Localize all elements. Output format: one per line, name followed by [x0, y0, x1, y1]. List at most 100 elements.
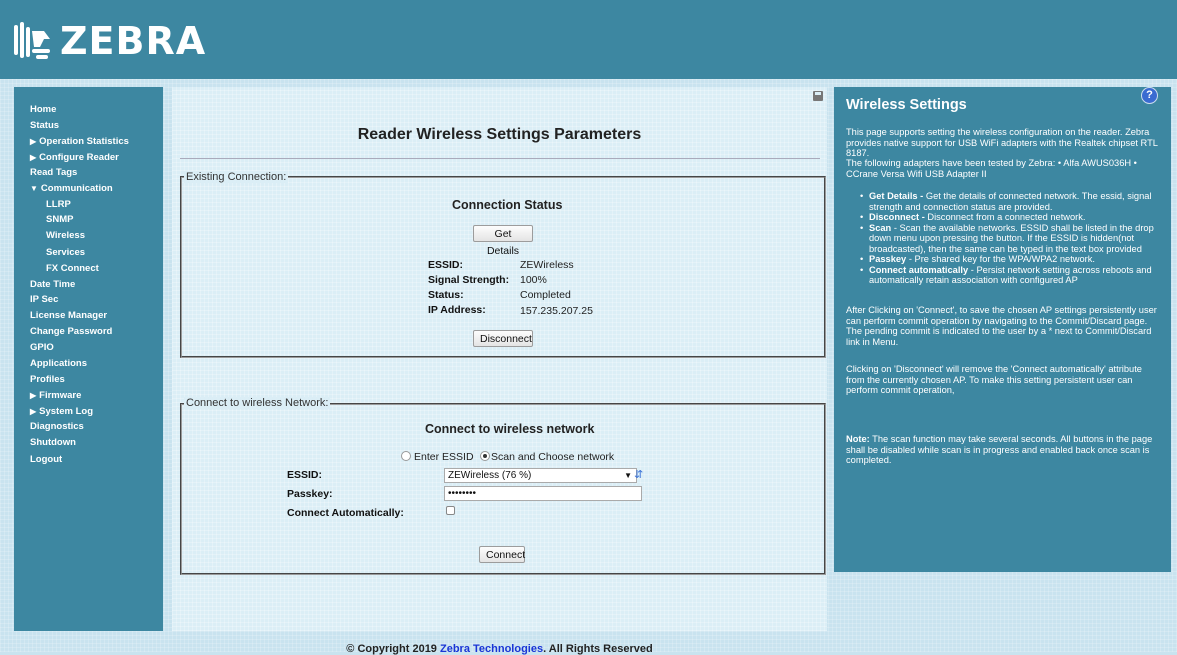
essid-select-value: ZEWireless (76 %) — [448, 470, 532, 481]
sidebar-item-read-tags[interactable]: Read Tags — [30, 167, 77, 178]
sidebar-item-label: GPIO — [30, 342, 54, 353]
sidebar-item-label: Date Time — [30, 279, 76, 290]
caret-down-icon: ▼ — [30, 184, 38, 193]
sidebar-item-firmware[interactable]: ▶ Firmware — [30, 390, 81, 401]
connect-automatically-label: Connect Automatically: — [287, 507, 404, 519]
sidebar-item-label: License Manager — [30, 310, 108, 321]
sidebar-item-ip-sec[interactable]: IP Sec — [30, 294, 58, 305]
sidebar-item-wireless[interactable]: Wireless — [46, 230, 85, 241]
sidebar-item-services[interactable]: Services — [46, 247, 85, 258]
sidebar-item-gpio[interactable]: GPIO — [30, 342, 54, 353]
scan-network-radio[interactable] — [480, 451, 490, 461]
help-note: Note: The scan function may take several… — [846, 434, 1162, 466]
ip-address-value: 157.235.207.25 — [520, 305, 593, 317]
help-intro: This page supports setting the wireless … — [846, 127, 1158, 158]
list-item: Get Details - Get the details of connect… — [860, 191, 1160, 212]
connect-button[interactable]: Connect — [479, 546, 525, 563]
caret-right-icon: ▶ — [30, 153, 37, 162]
get-details-button[interactable]: Get Details — [473, 225, 533, 257]
list-item: Scan - Scan the available networks. ESSI… — [860, 223, 1160, 255]
sidebar-item-label: Profiles — [30, 374, 65, 385]
enter-essid-radio-label[interactable]: Enter ESSID — [414, 451, 474, 463]
help-panel: ? Wireless Settings This page supports s… — [834, 87, 1171, 572]
help-after-disconnect: Clicking on 'Disconnect' will remove the… — [846, 364, 1142, 395]
bullet-term: Connect automatically — [869, 264, 969, 275]
sidebar: Home Status ▶ Operation Statistics ▶ Confi… — [14, 87, 163, 631]
sidebar-item-label: Communication — [40, 183, 113, 194]
sidebar-item-label: FX Connect — [46, 263, 99, 274]
page-title: Reader Wireless Settings Parameters — [357, 126, 642, 143]
sidebar-item-snmp[interactable]: SNMP — [46, 214, 73, 225]
sidebar-item-communication[interactable]: ▼ Communication — [30, 183, 113, 194]
footer-copyright: © Copyright 2019 — [346, 643, 440, 655]
sidebar-item-label: Configure Reader — [39, 152, 119, 163]
passkey-input[interactable]: •••••••• — [444, 486, 642, 501]
enter-essid-radio[interactable] — [401, 451, 411, 461]
sidebar-item-applications[interactable]: Applications — [30, 358, 87, 369]
sidebar-item-label: SNMP — [46, 214, 74, 225]
caret-right-icon: ▶ — [30, 391, 37, 400]
note-term: Note: — [846, 434, 870, 444]
sidebar-item-date-time[interactable]: Date Time — [30, 279, 75, 290]
header-bar: ZEBRA — [0, 0, 1177, 79]
existing-connection-legend: Existing Connection: — [184, 171, 289, 183]
essid-select-label: ESSID: — [287, 469, 323, 481]
sidebar-item-diagnostics[interactable]: Diagnostics — [30, 421, 84, 432]
ip-address-label: IP Address: — [428, 304, 486, 316]
status-label: Status: — [428, 289, 464, 301]
disconnect-button[interactable]: Disconnect — [473, 330, 533, 347]
sidebar-item-label: Home — [30, 104, 57, 115]
sidebar-item-label: IP Sec — [30, 294, 59, 305]
sidebar-item-fx-connect[interactable]: FX Connect — [46, 263, 99, 274]
divider — [180, 158, 820, 159]
footer-company-link[interactable]: Zebra Technologies — [440, 643, 543, 655]
sidebar-item-system-log[interactable]: ▶ System Log — [30, 406, 93, 417]
caret-right-icon: ▶ — [30, 407, 37, 416]
zebra-head-icon — [14, 22, 50, 59]
essid-value: ZEWireless — [520, 259, 574, 271]
note-text: The scan function may take several secon… — [846, 434, 1153, 465]
zebra-logo[interactable]: ZEBRA — [10, 16, 206, 66]
sidebar-item-profiles[interactable]: Profiles — [30, 374, 65, 385]
connect-network-legend: Connect to wireless Network: — [184, 397, 331, 409]
connect-automatically-checkbox[interactable] — [446, 506, 455, 515]
bullet-term: Disconnect - — [869, 212, 925, 222]
essid-label: ESSID: — [428, 259, 464, 271]
sidebar-item-label: Diagnostics — [30, 421, 84, 432]
sidebar-item-license-manager[interactable]: License Manager — [30, 310, 107, 321]
bullet-term: Scan — [869, 222, 892, 233]
sidebar-item-label: Shutdown — [30, 437, 76, 448]
footer-rights: . All Rights Reserved — [543, 643, 653, 655]
sidebar-item-label: Firmware — [39, 390, 82, 401]
sidebar-item-llrp[interactable]: LLRP — [46, 199, 71, 210]
sidebar-item-change-password[interactable]: Change Password — [30, 326, 112, 337]
sidebar-item-label: Logout — [30, 454, 63, 465]
save-icon[interactable] — [813, 91, 823, 101]
help-bullet-list: Get Details - Get the details of connect… — [860, 191, 1160, 286]
signal-strength-label: Signal Strength: — [428, 274, 510, 286]
sidebar-item-home[interactable]: Home — [30, 104, 56, 115]
scan-network-radio-label[interactable]: Scan and Choose network — [491, 451, 614, 463]
sidebar-item-label: LLRP — [46, 199, 71, 210]
refresh-scan-icon[interactable]: ⇵ — [634, 468, 643, 481]
help-title: Wireless Settings — [846, 97, 967, 113]
sidebar-item-operation-statistics[interactable]: ▶ Operation Statistics — [30, 136, 129, 147]
signal-strength-value: 100% — [520, 274, 547, 286]
list-item: Passkey - Pre shared key for the WPA/WPA… — [860, 254, 1160, 265]
list-item: Disconnect - Disconnect from a connected… — [860, 212, 1160, 223]
footer: © Copyright 2019 Zebra Technologies. All… — [172, 643, 827, 655]
passkey-label: Passkey: — [287, 488, 333, 500]
sidebar-item-label: Applications — [30, 358, 88, 369]
sidebar-item-status[interactable]: Status — [30, 120, 59, 131]
essid-select[interactable]: ZEWireless (76 %) ▼ — [444, 468, 637, 483]
sidebar-item-configure-reader[interactable]: ▶ Configure Reader — [30, 152, 119, 163]
logo-text: ZEBRA — [60, 19, 207, 63]
sidebar-item-label: Change Password — [30, 326, 113, 337]
bullet-term: Passkey — [869, 254, 907, 264]
bullet-term: Get Details - — [869, 191, 924, 201]
sidebar-item-logout[interactable]: Logout — [30, 454, 62, 465]
connection-status-heading: Connection Status — [452, 198, 563, 212]
sidebar-item-label: Wireless — [46, 230, 85, 241]
sidebar-item-shutdown[interactable]: Shutdown — [30, 437, 76, 448]
help-icon[interactable]: ? — [1141, 87, 1158, 104]
